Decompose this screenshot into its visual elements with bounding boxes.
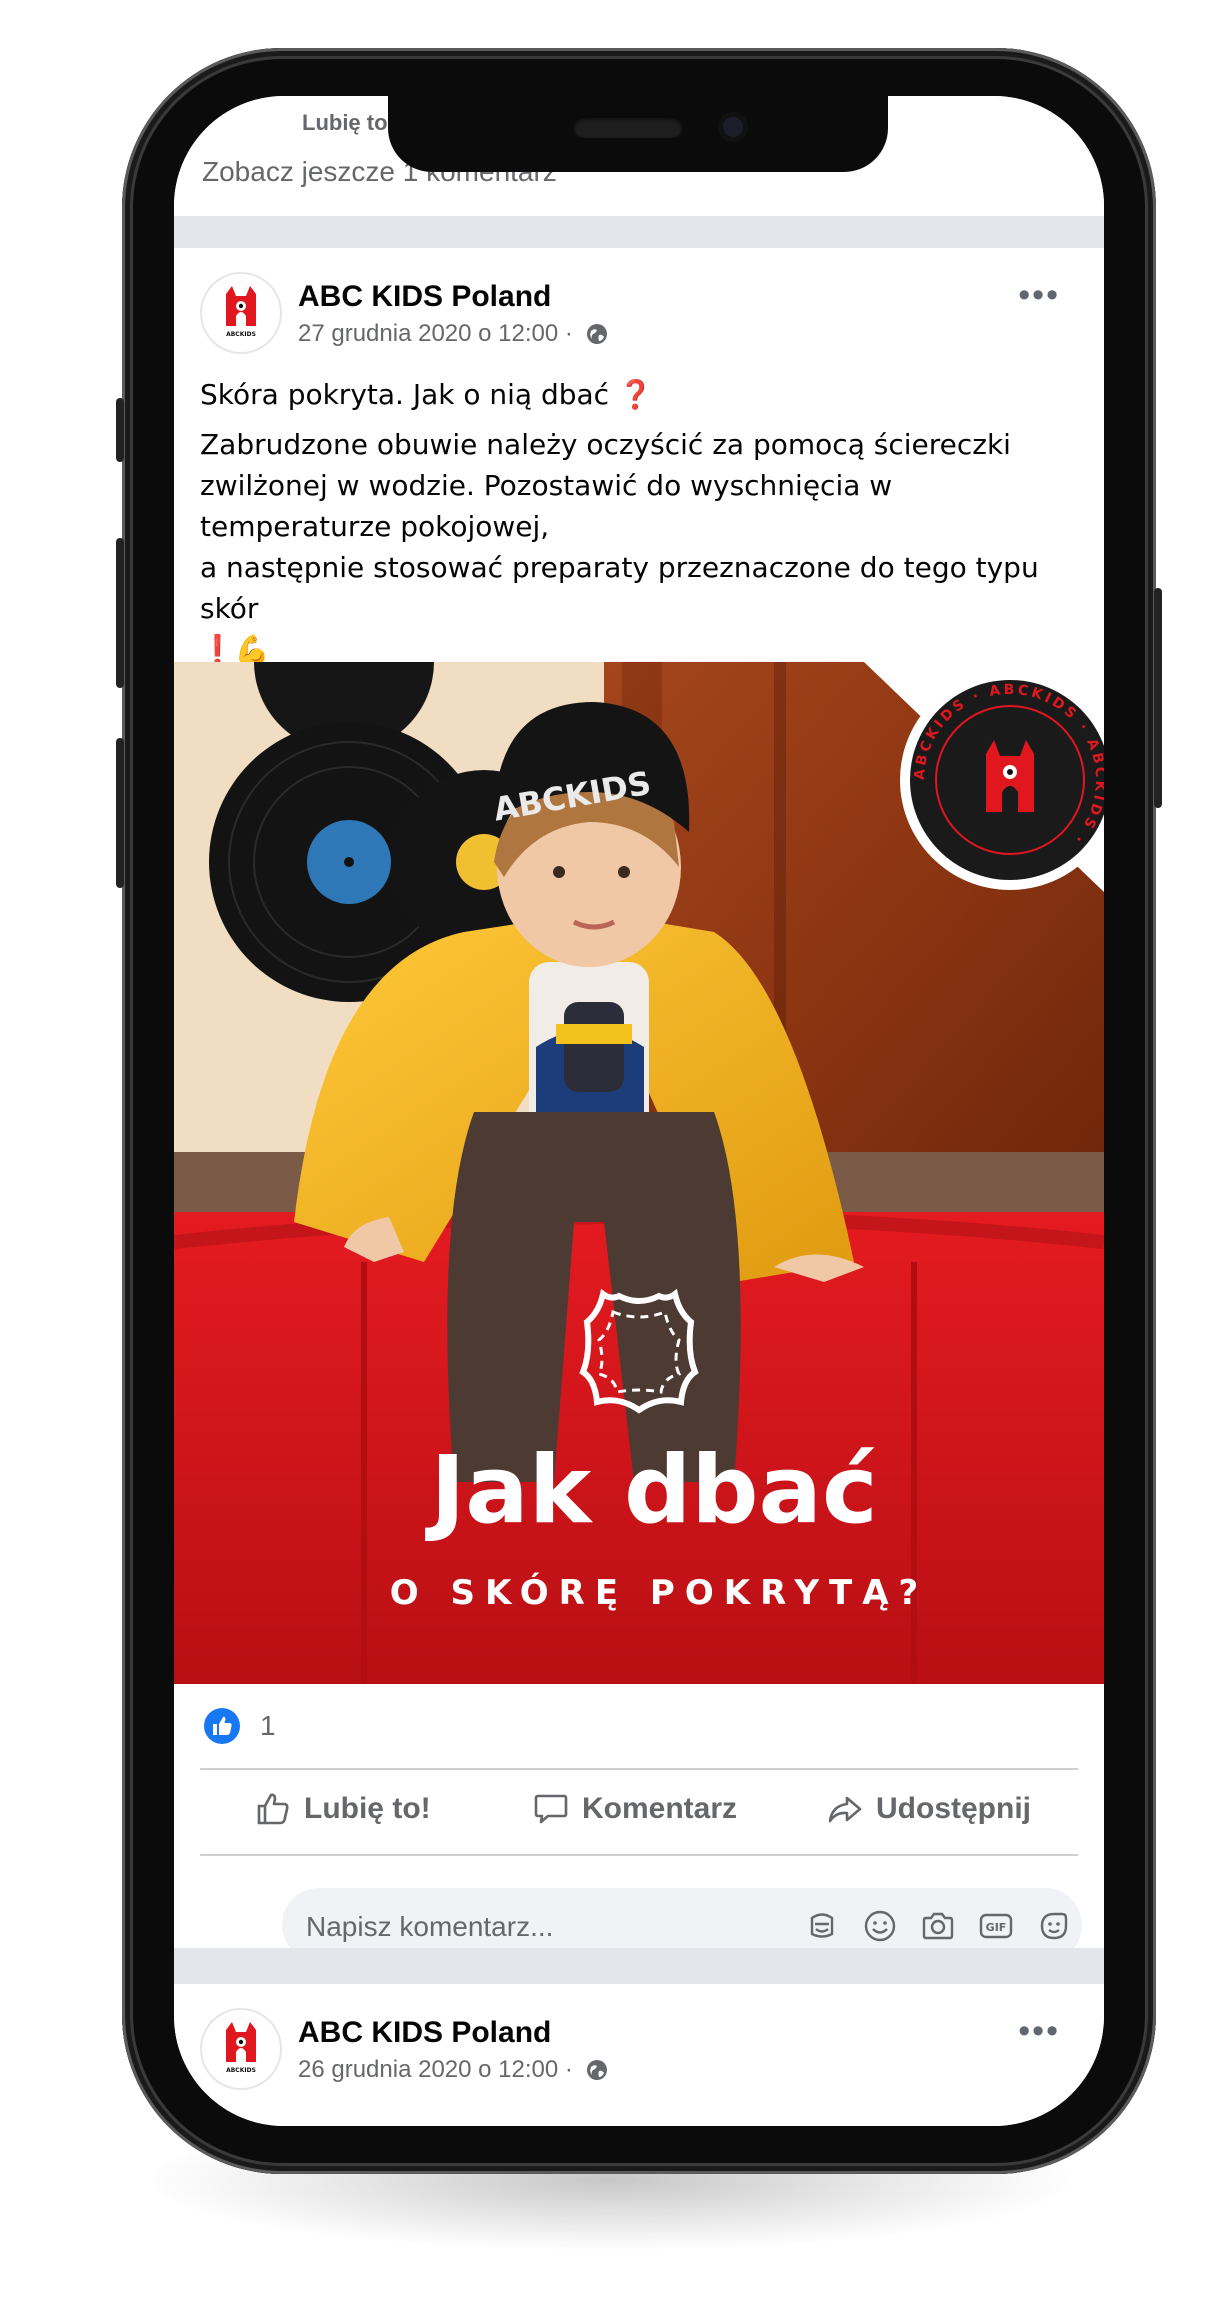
comment-button-label: Komentarz: [582, 1792, 738, 1825]
camera-icon[interactable]: [920, 1908, 956, 1944]
share-button[interactable]: Udostępnij: [826, 1784, 1031, 1834]
like-reaction-icon: [204, 1708, 240, 1744]
svg-text:ABCKIDS: ABCKIDS: [226, 2067, 256, 2074]
front-camera: [718, 112, 748, 142]
phone-screen: Lubię to Zobacz jeszcze 1 komentarz ABCK…: [174, 96, 1104, 2126]
feed-post: ABCKIDS ABC KIDS Poland 27 grudnia 2020 …: [174, 248, 1104, 1962]
share-button-label: Udostępnij: [876, 1792, 1031, 1825]
svg-text:O SKÓRĘ POKRYTĄ?: O SKÓRĘ POKRYTĄ?: [390, 1572, 929, 1613]
like-button[interactable]: Lubię to!: [254, 1784, 431, 1834]
post-title: Skóra pokryta. Jak o nią dbać ❓: [200, 378, 653, 411]
feed-separator-2: [174, 1948, 1104, 1984]
notch: [388, 96, 888, 172]
next-feed-post: ABCKIDS ABC KIDS Poland 26 grudnia 2020 …: [174, 1984, 1104, 2126]
avatar-sticker-icon[interactable]: [804, 1908, 840, 1944]
page-avatar[interactable]: ABCKIDS: [200, 272, 282, 354]
post-image[interactable]: ABCKIDS ABCKIDS · ABCKIDS · ABCKIDS ·: [174, 662, 1104, 1684]
speaker-grille: [573, 116, 683, 138]
post-timestamp[interactable]: 27 grudnia 2020 o 12:00 ·: [298, 320, 608, 348]
comment-button[interactable]: Komentarz: [532, 1784, 737, 1834]
thumbs-up-icon: [257, 1793, 289, 1825]
next-page-avatar[interactable]: ABCKIDS: [200, 2008, 282, 2090]
actions-divider: [200, 1854, 1078, 1856]
gif-icon[interactable]: GIF: [978, 1908, 1014, 1944]
next-post-options-button[interactable]: •••: [1018, 2012, 1060, 2051]
share-arrow-icon: [828, 1796, 862, 1823]
post-body: Zabrudzone obuwie należy oczyścić za pom…: [200, 428, 1039, 666]
next-post-author[interactable]: ABC KIDS Poland: [298, 2016, 551, 2050]
post-photo-illustration: ABCKIDS ABCKIDS · ABCKIDS · ABCKIDS ·: [174, 662, 1104, 1684]
next-post-date[interactable]: 26 grudnia 2020 o 12:00 ·: [298, 2056, 573, 2083]
power-button: [1154, 588, 1162, 808]
like-button-label: Lubię to!: [304, 1792, 431, 1825]
post-options-button[interactable]: •••: [1018, 276, 1060, 315]
comment-input[interactable]: [304, 1910, 768, 1944]
abc-kids-logo-icon: ABCKIDS: [226, 286, 256, 338]
emoji-icon[interactable]: [862, 1908, 898, 1944]
abc-kids-logo-icon: ABCKIDS: [226, 2022, 256, 2074]
sticker-icon[interactable]: [1036, 1908, 1072, 1944]
previous-like-label[interactable]: Lubię to: [302, 110, 388, 136]
feed-separator: [174, 216, 1104, 248]
next-post-timestamp[interactable]: 26 grudnia 2020 o 12:00 ·: [298, 2056, 608, 2084]
post-author[interactable]: ABC KIDS Poland: [298, 280, 551, 314]
mute-switch: [116, 398, 124, 462]
comment-bubble-icon: [534, 1794, 568, 1824]
reactions-divider: [200, 1768, 1078, 1770]
svg-text:Jak dbać: Jak dbać: [424, 1436, 877, 1545]
volume-down-button: [116, 738, 124, 888]
globe-icon: [586, 2060, 607, 2080]
globe-icon: [586, 324, 607, 344]
svg-text:ABCKIDS: ABCKIDS: [226, 331, 256, 338]
svg-text:GIF: GIF: [986, 1921, 1007, 1934]
volume-up-button: [116, 538, 124, 688]
like-count: 1: [260, 1710, 276, 1741]
post-date[interactable]: 27 grudnia 2020 o 12:00 ·: [298, 320, 573, 347]
